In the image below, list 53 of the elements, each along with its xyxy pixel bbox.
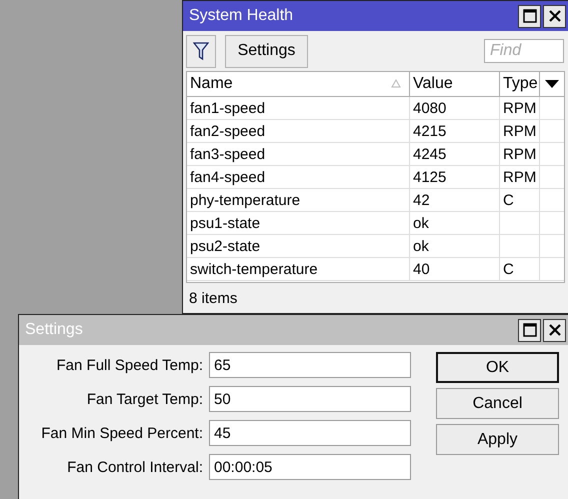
field-label: Fan Full Speed Temp: xyxy=(56,356,203,374)
table-cell: 4245 xyxy=(410,143,500,165)
column-header[interactable]: Type xyxy=(500,72,540,96)
table-cell: fan1-speed xyxy=(187,97,410,119)
maximize-icon xyxy=(522,323,536,337)
status-text: 8 items xyxy=(189,290,238,306)
table-cell: 40 xyxy=(410,258,500,280)
filter-icon xyxy=(193,41,209,61)
field-label: Fan Control Interval: xyxy=(67,458,203,476)
filter-button[interactable] xyxy=(186,34,216,68)
field-label: Fan Target Temp: xyxy=(86,390,203,408)
field-label: Fan Min Speed Percent: xyxy=(41,424,203,442)
input-field[interactable]: 50 xyxy=(209,386,411,412)
close-button[interactable] xyxy=(543,4,566,28)
table-cell: fan3-speed xyxy=(187,143,410,165)
table-cell: 4215 xyxy=(410,120,500,142)
dialog-button[interactable]: Cancel xyxy=(436,388,559,419)
table-cell: ok xyxy=(410,212,500,234)
close-button[interactable] xyxy=(543,318,566,342)
table-cell: switch-temperature xyxy=(187,258,410,280)
column-header[interactable]: Value xyxy=(410,72,500,96)
close-icon xyxy=(548,9,562,23)
sort-icon xyxy=(391,79,401,88)
maximize-icon xyxy=(522,9,536,23)
table-cell: fan4-speed xyxy=(187,166,410,188)
table-cell: RPM xyxy=(500,120,540,142)
dialog-button[interactable]: Apply xyxy=(436,424,559,455)
window-title: System Health xyxy=(189,7,294,25)
column-header[interactable]: Name xyxy=(187,72,410,96)
settings-button[interactable]: Settings xyxy=(225,34,308,68)
window-title: Settings xyxy=(25,321,84,339)
table-cell: 42 xyxy=(410,189,500,211)
table-cell: C xyxy=(500,258,540,280)
table-cell: psu2-state xyxy=(187,235,410,257)
table-cell: RPM xyxy=(500,97,540,119)
maximize-button[interactable] xyxy=(518,318,541,342)
input-field[interactable]: 45 xyxy=(209,420,411,446)
dropdown-icon xyxy=(545,80,559,88)
dialog-button[interactable]: OK xyxy=(436,352,559,383)
maximize-button[interactable] xyxy=(518,4,541,28)
input-field[interactable]: 00:00:05 xyxy=(209,454,411,480)
table-cell: 4080 xyxy=(410,97,500,119)
find-field[interactable]: Find xyxy=(484,39,564,63)
table-cell: phy-temperature xyxy=(187,189,410,211)
input-field[interactable]: 65 xyxy=(209,352,411,378)
table-cell: ok xyxy=(410,235,500,257)
table-cell: psu1-state xyxy=(187,212,410,234)
table-cell: C xyxy=(500,189,540,211)
table-cell: RPM xyxy=(500,166,540,188)
table-cell: 4125 xyxy=(410,166,500,188)
table-cell: fan2-speed xyxy=(187,120,410,142)
close-icon xyxy=(548,323,562,337)
table-cell: RPM xyxy=(500,143,540,165)
